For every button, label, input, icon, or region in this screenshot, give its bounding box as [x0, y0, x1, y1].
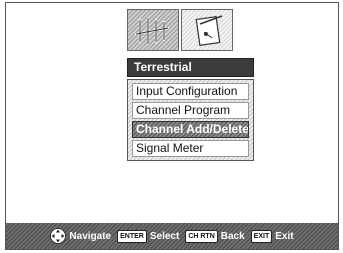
navigate-label: Navigate — [69, 230, 112, 242]
footer-hint-bar: Navigate ENTER Select CH RTN Back EXIT E… — [6, 223, 338, 249]
tab-antenna[interactable] — [127, 9, 179, 51]
tab-setup[interactable] — [181, 9, 233, 51]
menu-item-channel-add-delete[interactable]: Channel Add/Delete — [132, 121, 249, 138]
tools-icon — [195, 15, 223, 46]
menu-title: Terrestrial — [127, 58, 254, 77]
return-key-icon: CH RTN — [185, 229, 218, 243]
enter-key-icon: ENTER — [117, 229, 147, 243]
select-label: Select — [149, 230, 180, 242]
menu-item-signal-meter[interactable]: Signal Meter — [132, 140, 249, 157]
tv-screen: Terrestrial Input Configuration Channel … — [5, 2, 339, 250]
hint-back: CH RTN Back — [185, 229, 245, 243]
exit-label: Exit — [275, 230, 294, 242]
menu-item-input-configuration[interactable]: Input Configuration — [132, 83, 249, 100]
menu-list: Input Configuration Channel Program Chan… — [127, 79, 254, 161]
menu-item-channel-program[interactable]: Channel Program — [132, 102, 249, 119]
hint-navigate: Navigate — [50, 228, 111, 244]
hint-select: ENTER Select — [117, 229, 180, 243]
exit-key-icon: EXIT — [250, 229, 273, 243]
hint-exit: EXIT Exit — [250, 229, 294, 243]
back-label: Back — [220, 230, 245, 242]
antenna-icon — [134, 16, 170, 46]
navigation-pad-icon — [50, 228, 67, 244]
